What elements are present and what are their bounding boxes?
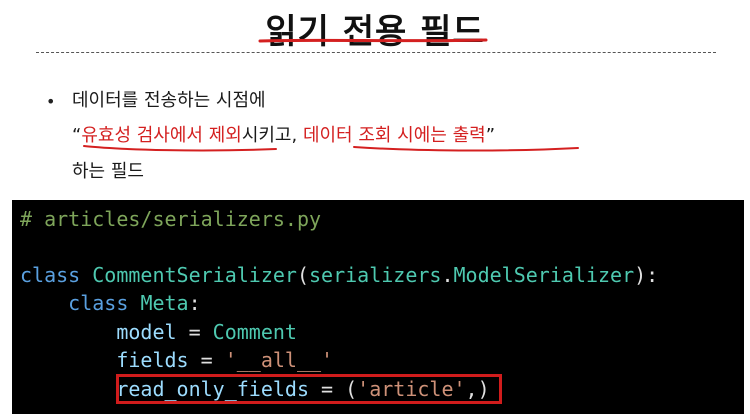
bullet-line-1: 데이터를 전송하는 시점에 — [72, 90, 266, 111]
base-module: serializers — [309, 263, 442, 287]
bullet-line-2: “유효성 검사에서 제외시키고, 데이터 조회 시에는 출력” — [72, 121, 495, 147]
dot: . — [441, 263, 454, 287]
fields-attr: fields — [116, 348, 189, 372]
meta-keyword: class — [68, 291, 129, 315]
code-block: # articles/serializers.py class CommentS… — [12, 200, 744, 414]
assign-op: = — [176, 320, 213, 344]
dashed-divider — [36, 52, 716, 53]
bullet-line-3: 하는 필드 — [72, 161, 144, 182]
read-only-highlight-box — [116, 374, 502, 404]
code-line-meta: class Meta: — [20, 290, 201, 316]
meta-name: Meta — [140, 291, 189, 315]
bullet-marker: • — [46, 92, 56, 111]
meta-colon: : — [188, 291, 201, 315]
code-line-comment: # articles/serializers.py — [20, 207, 322, 231]
class-keyword: class — [20, 263, 81, 287]
close-quote: ” — [485, 125, 496, 146]
code-line-class: class CommentSerializer(serializers.Mode… — [20, 262, 658, 288]
highlight-output-on-read: 데이터 조회 시에는 출력 — [302, 125, 486, 146]
model-attr: model — [116, 320, 177, 344]
paren-open: ( — [296, 263, 310, 287]
fields-value: '__all__' — [224, 348, 334, 372]
highlight-validation-excluded: 유효성 검사에서 제외 — [81, 125, 242, 146]
class-name: CommentSerializer — [92, 263, 297, 287]
paren-close: ): — [634, 263, 659, 287]
code-line-model: model = Comment — [20, 319, 297, 345]
base-class: ModelSerializer — [453, 263, 635, 287]
slide-title: 읽기 전용 필드 — [265, 12, 485, 52]
title-underline — [258, 38, 488, 43]
code-line-fields: fields = '__all__' — [20, 347, 333, 373]
assign-op: = — [188, 348, 225, 372]
open-quote: “ — [72, 125, 82, 146]
model-value: Comment — [212, 320, 297, 344]
middle-text: 시키고, — [241, 125, 303, 146]
